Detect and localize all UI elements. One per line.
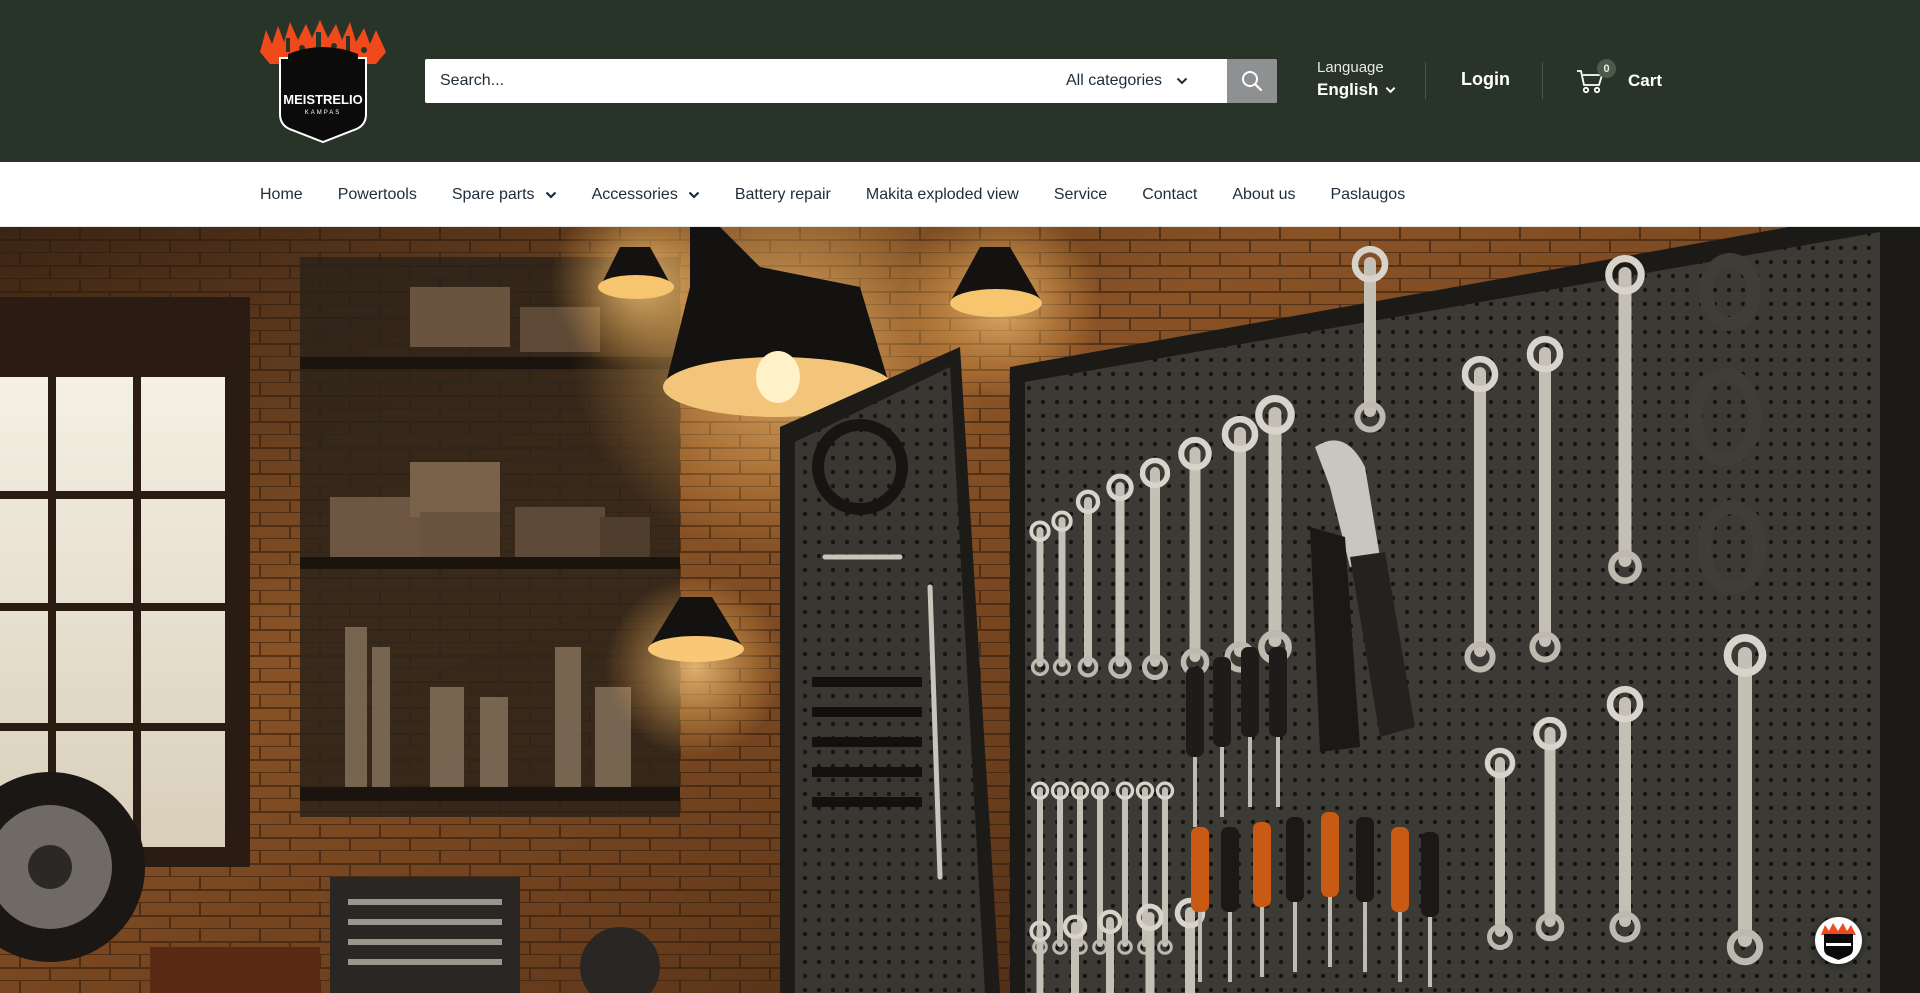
nav-item-makita-exploded-view[interactable]: Makita exploded view (866, 186, 1019, 204)
nav-item-label: Spare parts (451, 185, 535, 203)
search-input[interactable] (425, 59, 1061, 103)
search-bar: All categories (425, 59, 1277, 103)
nav-item-contact[interactable]: Contact (1142, 186, 1197, 204)
nav-item-about-us[interactable]: About us (1232, 186, 1295, 204)
header-divider (1542, 62, 1543, 99)
chevron-down-icon (1176, 77, 1188, 85)
language-value: English (1317, 78, 1396, 102)
logo-text: MEISTRELIO (283, 92, 362, 107)
nav-item-label: Home (260, 185, 303, 203)
chevron-down-icon (1386, 86, 1396, 94)
nav-item-label: Contact (1142, 185, 1198, 203)
nav-item-home[interactable]: Home (260, 186, 303, 204)
nav-item-spare-parts[interactable]: Spare parts (452, 186, 557, 204)
nav-item-label: Makita exploded view (865, 185, 1019, 203)
hero-banner[interactable] (0, 227, 1920, 993)
nav-item-battery-repair[interactable]: Battery repair (735, 186, 831, 204)
site-header: MEISTRELIO KAMPAS All categories Languag… (0, 0, 1920, 162)
chevron-down-icon (688, 191, 700, 199)
chevron-down-icon (545, 191, 556, 199)
login-link[interactable]: Login (1461, 69, 1510, 90)
site-logo[interactable]: MEISTRELIO KAMPAS (258, 18, 388, 144)
nav-item-paslaugos[interactable]: Paslaugos (1330, 186, 1405, 204)
nav-item-label: Powertools (337, 185, 417, 203)
search-icon (1242, 71, 1263, 92)
nav-item-label: Accessories (591, 185, 678, 203)
search-button[interactable] (1227, 59, 1277, 103)
category-select[interactable]: All categories (1061, 59, 1227, 103)
cart-link[interactable]: 0 Cart (1576, 59, 1663, 98)
logo-graphic: MEISTRELIO KAMPAS (260, 20, 386, 144)
nav-item-label: About us (1232, 185, 1296, 203)
chat-badge-icon (1816, 918, 1861, 963)
nav-item-label: Battery repair (734, 185, 831, 203)
language-selector[interactable]: Language English (1317, 58, 1396, 102)
chat-widget-button[interactable] (1815, 917, 1862, 964)
category-select-value: All categories (1066, 72, 1163, 89)
nav-item-label: Service (1053, 185, 1108, 203)
cart-count-badge: 0 (1597, 59, 1616, 78)
nav-list: Home Powertools Spare parts Accessories … (260, 162, 1440, 227)
nav-item-service[interactable]: Service (1054, 186, 1107, 204)
nav-item-label: Paslaugos (1330, 185, 1406, 203)
language-caption: Language (1317, 59, 1384, 76)
logo-subtext: KAMPAS (305, 110, 342, 116)
hero-image (0, 227, 1920, 993)
cart-label: Cart (1628, 71, 1663, 90)
cart-icon: 0 (1576, 59, 1616, 95)
main-navigation: Home Powertools Spare parts Accessories … (0, 162, 1920, 227)
language-selected: English (1317, 80, 1379, 99)
nav-item-accessories[interactable]: Accessories (592, 186, 700, 204)
header-divider (1425, 62, 1426, 99)
nav-item-powertools[interactable]: Powertools (338, 186, 417, 204)
